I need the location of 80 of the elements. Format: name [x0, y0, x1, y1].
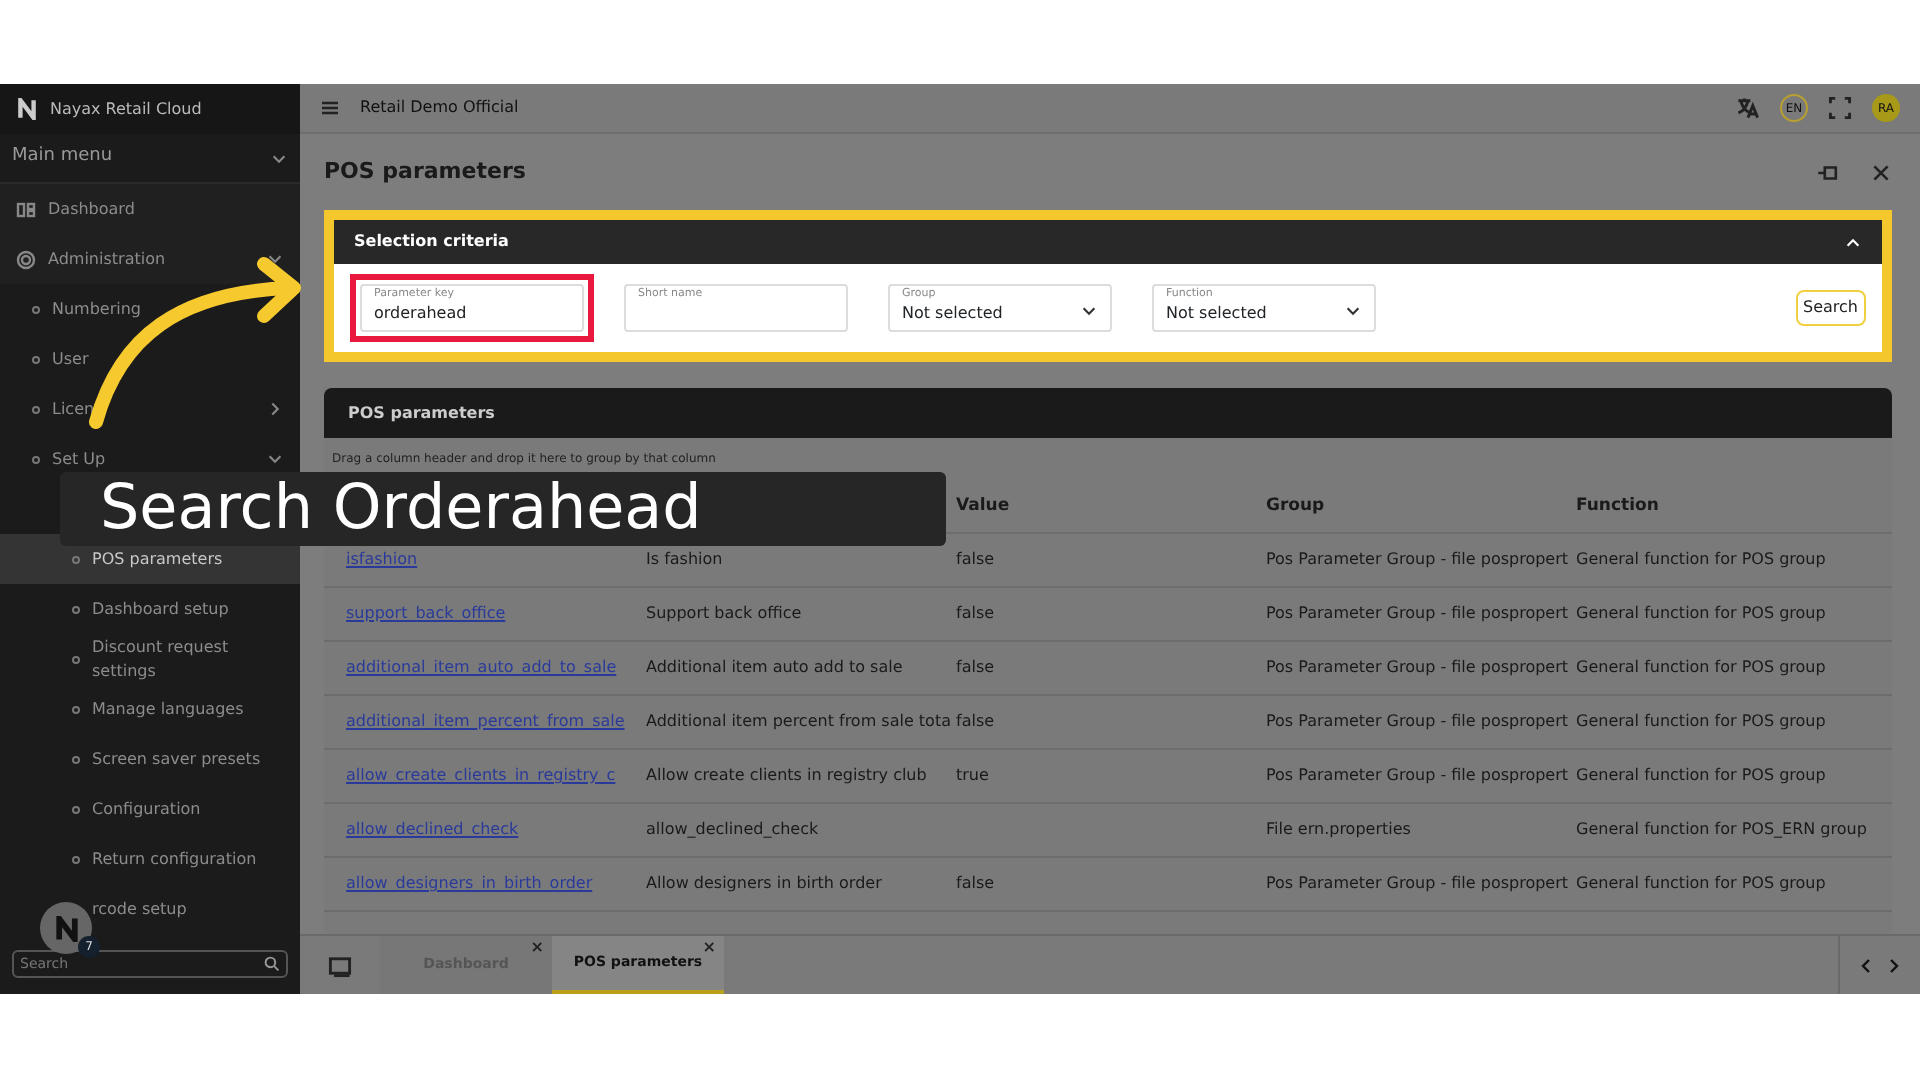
- bullet-icon: [32, 305, 40, 313]
- menu-item[interactable]: Dashboard: [0, 184, 300, 234]
- column-header[interactable]: Value: [956, 495, 1010, 516]
- chevron-right-icon: [1884, 955, 1904, 975]
- table-cell: allow_declined_check: [646, 820, 819, 838]
- menu-item[interactable]: Administration: [0, 234, 300, 284]
- chevron-down-icon: [1080, 302, 1098, 320]
- close-icon[interactable]: ×: [702, 940, 716, 956]
- brand-name: Nayax Retail Cloud: [50, 97, 202, 121]
- table-cell: Pos Parameter Group - file pospropert: [1266, 658, 1569, 676]
- table-cell: Support back office: [646, 604, 802, 622]
- table-cell: Allow create clients in registry club: [646, 766, 927, 784]
- bullet-icon: [32, 355, 40, 363]
- page-title: POS parameters: [324, 158, 526, 186]
- dashboard-icon: [16, 199, 36, 219]
- menu-item[interactable]: Licen: [0, 384, 300, 434]
- close-icon[interactable]: ×: [530, 940, 544, 956]
- translate-icon: [1736, 96, 1760, 120]
- bullet-icon: [32, 455, 40, 463]
- table-cell: false: [956, 604, 995, 622]
- menu-item[interactable]: Dashboard setup: [0, 584, 300, 634]
- table-cell: false: [956, 874, 995, 892]
- table-cell: Pos Parameter Group - file pospropert: [1266, 604, 1569, 622]
- table-cell: false: [956, 550, 995, 568]
- table-cell: true: [956, 766, 989, 784]
- table-cell: Allow designers in birth order: [646, 874, 882, 892]
- column-header[interactable]: Function: [1576, 495, 1659, 516]
- bullet-icon: [72, 605, 80, 613]
- menu-item[interactable]: Manage languages: [0, 684, 300, 734]
- grid-title: POS parameters: [324, 388, 1892, 438]
- menu-item[interactable]: Numbering: [0, 284, 300, 334]
- table-cell: General function for POS group: [1576, 550, 1826, 568]
- logo-icon: [53, 915, 79, 941]
- workspace-title: Retail Demo Official: [360, 96, 519, 120]
- bullet-icon: [72, 655, 80, 663]
- column-header[interactable]: Group: [1266, 495, 1325, 516]
- chevron-right-icon: [266, 400, 284, 418]
- search-icon: [264, 956, 280, 972]
- table-cell: Pos Parameter Group - file pospropert: [1266, 550, 1569, 568]
- search-button[interactable]: Search: [1795, 290, 1866, 326]
- table-cell: Pos Parameter Group - file pospropert: [1266, 712, 1569, 730]
- bullet-icon: [72, 705, 80, 713]
- menu-icon: [320, 98, 340, 118]
- chevron-down-icon: [1344, 302, 1362, 320]
- panel-title: Selection criteria: [354, 230, 509, 254]
- table-cell: false: [956, 712, 995, 730]
- menu-item[interactable]: Configuration: [0, 784, 300, 834]
- menu-heading: Main menu: [12, 144, 113, 171]
- chevron-down-icon: [266, 250, 284, 268]
- caption-tooltip: Search Orderahead: [60, 472, 946, 546]
- bullet-icon: [72, 555, 80, 563]
- chevron-left-icon: [1856, 955, 1876, 975]
- input-text[interactable]: orderahead: [374, 301, 570, 326]
- table-cell: General function for POS group: [1576, 766, 1826, 784]
- table-cell: General function for POS group: [1576, 658, 1826, 676]
- windows-icon: [328, 953, 352, 977]
- table-cell: General function for POS group: [1576, 712, 1826, 730]
- pin-icon: [1816, 161, 1838, 183]
- close-icon: [1870, 161, 1892, 183]
- table-cell: Pos Parameter Group - file pospropert: [1266, 874, 1569, 892]
- menu-item[interactable]: Return configuration: [0, 834, 300, 884]
- table-cell: Additional item percent from sale tota: [646, 712, 951, 730]
- table-cell: Pos Parameter Group - file pospropert: [1266, 766, 1569, 784]
- bullet-icon: [72, 805, 80, 813]
- chevron-down-icon: [266, 450, 284, 468]
- logo-icon: [16, 98, 38, 120]
- table-cell: General function for POS group: [1576, 874, 1826, 892]
- bullet-icon: [72, 855, 80, 863]
- table-cell: false: [956, 658, 995, 676]
- table-cell: General function for POS_ERN group: [1576, 820, 1867, 838]
- menu-item[interactable]: Screen saver presets: [0, 734, 300, 784]
- table-cell: General function for POS group: [1576, 604, 1826, 622]
- menu-item[interactable]: Discount request settings: [0, 634, 300, 684]
- table-cell: Is fashion: [646, 550, 723, 568]
- fullscreen-icon: [1828, 96, 1852, 120]
- table-cell: Additional item auto add to sale: [646, 658, 903, 676]
- bullet-icon: [72, 755, 80, 763]
- bullet-icon: [32, 405, 40, 413]
- menu-item[interactable]: User: [0, 334, 300, 384]
- table-cell: File ern.properties: [1266, 820, 1411, 838]
